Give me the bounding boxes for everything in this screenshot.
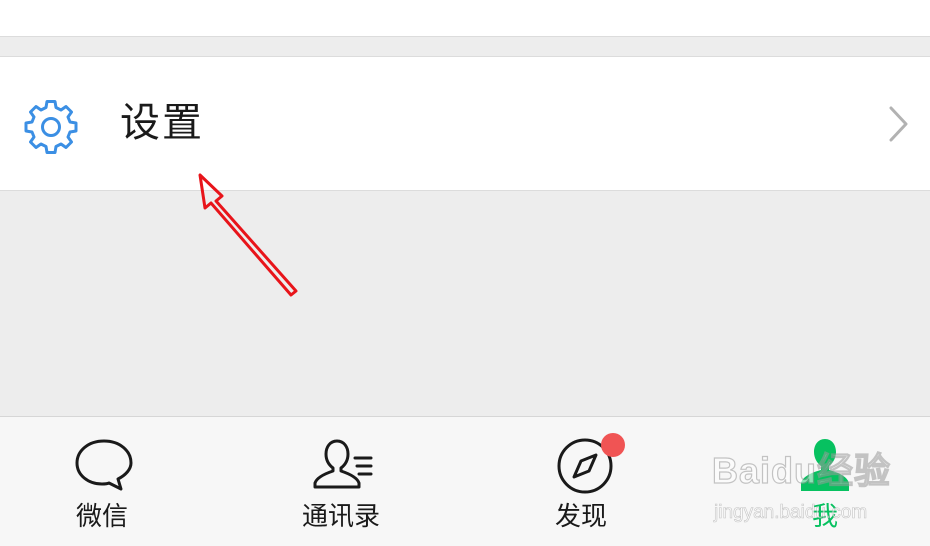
settings-row[interactable]: 设置 <box>0 57 930 191</box>
tab-me[interactable]: 我 <box>790 417 860 546</box>
tab-label: 发现 <box>555 502 608 532</box>
section-separator <box>0 37 930 57</box>
tab-label: 我 <box>812 502 839 532</box>
tab-contacts[interactable]: 通讯录 <box>295 417 395 546</box>
tab-discover[interactable]: 发现 <box>545 417 635 546</box>
gear-icon <box>24 100 78 154</box>
tab-label: 通讯录 <box>302 502 381 532</box>
contacts-icon <box>313 439 373 489</box>
settings-label: 设置 <box>120 100 204 146</box>
bottom-tab-bar: 微信 通讯录 发现 我 <box>0 416 930 546</box>
tab-label: 微信 <box>76 502 129 532</box>
person-icon <box>801 439 849 491</box>
chat-bubble-icon <box>75 439 133 491</box>
chevron-right-icon <box>889 106 908 142</box>
tab-chats[interactable]: 微信 <box>60 417 150 546</box>
me-page: 设置 微信 通讯录 发现 我 Baidu经验 jingyan.baidu.com <box>0 0 930 546</box>
new-moments-badge-dot <box>601 433 625 457</box>
previous-list-row <box>0 0 930 37</box>
